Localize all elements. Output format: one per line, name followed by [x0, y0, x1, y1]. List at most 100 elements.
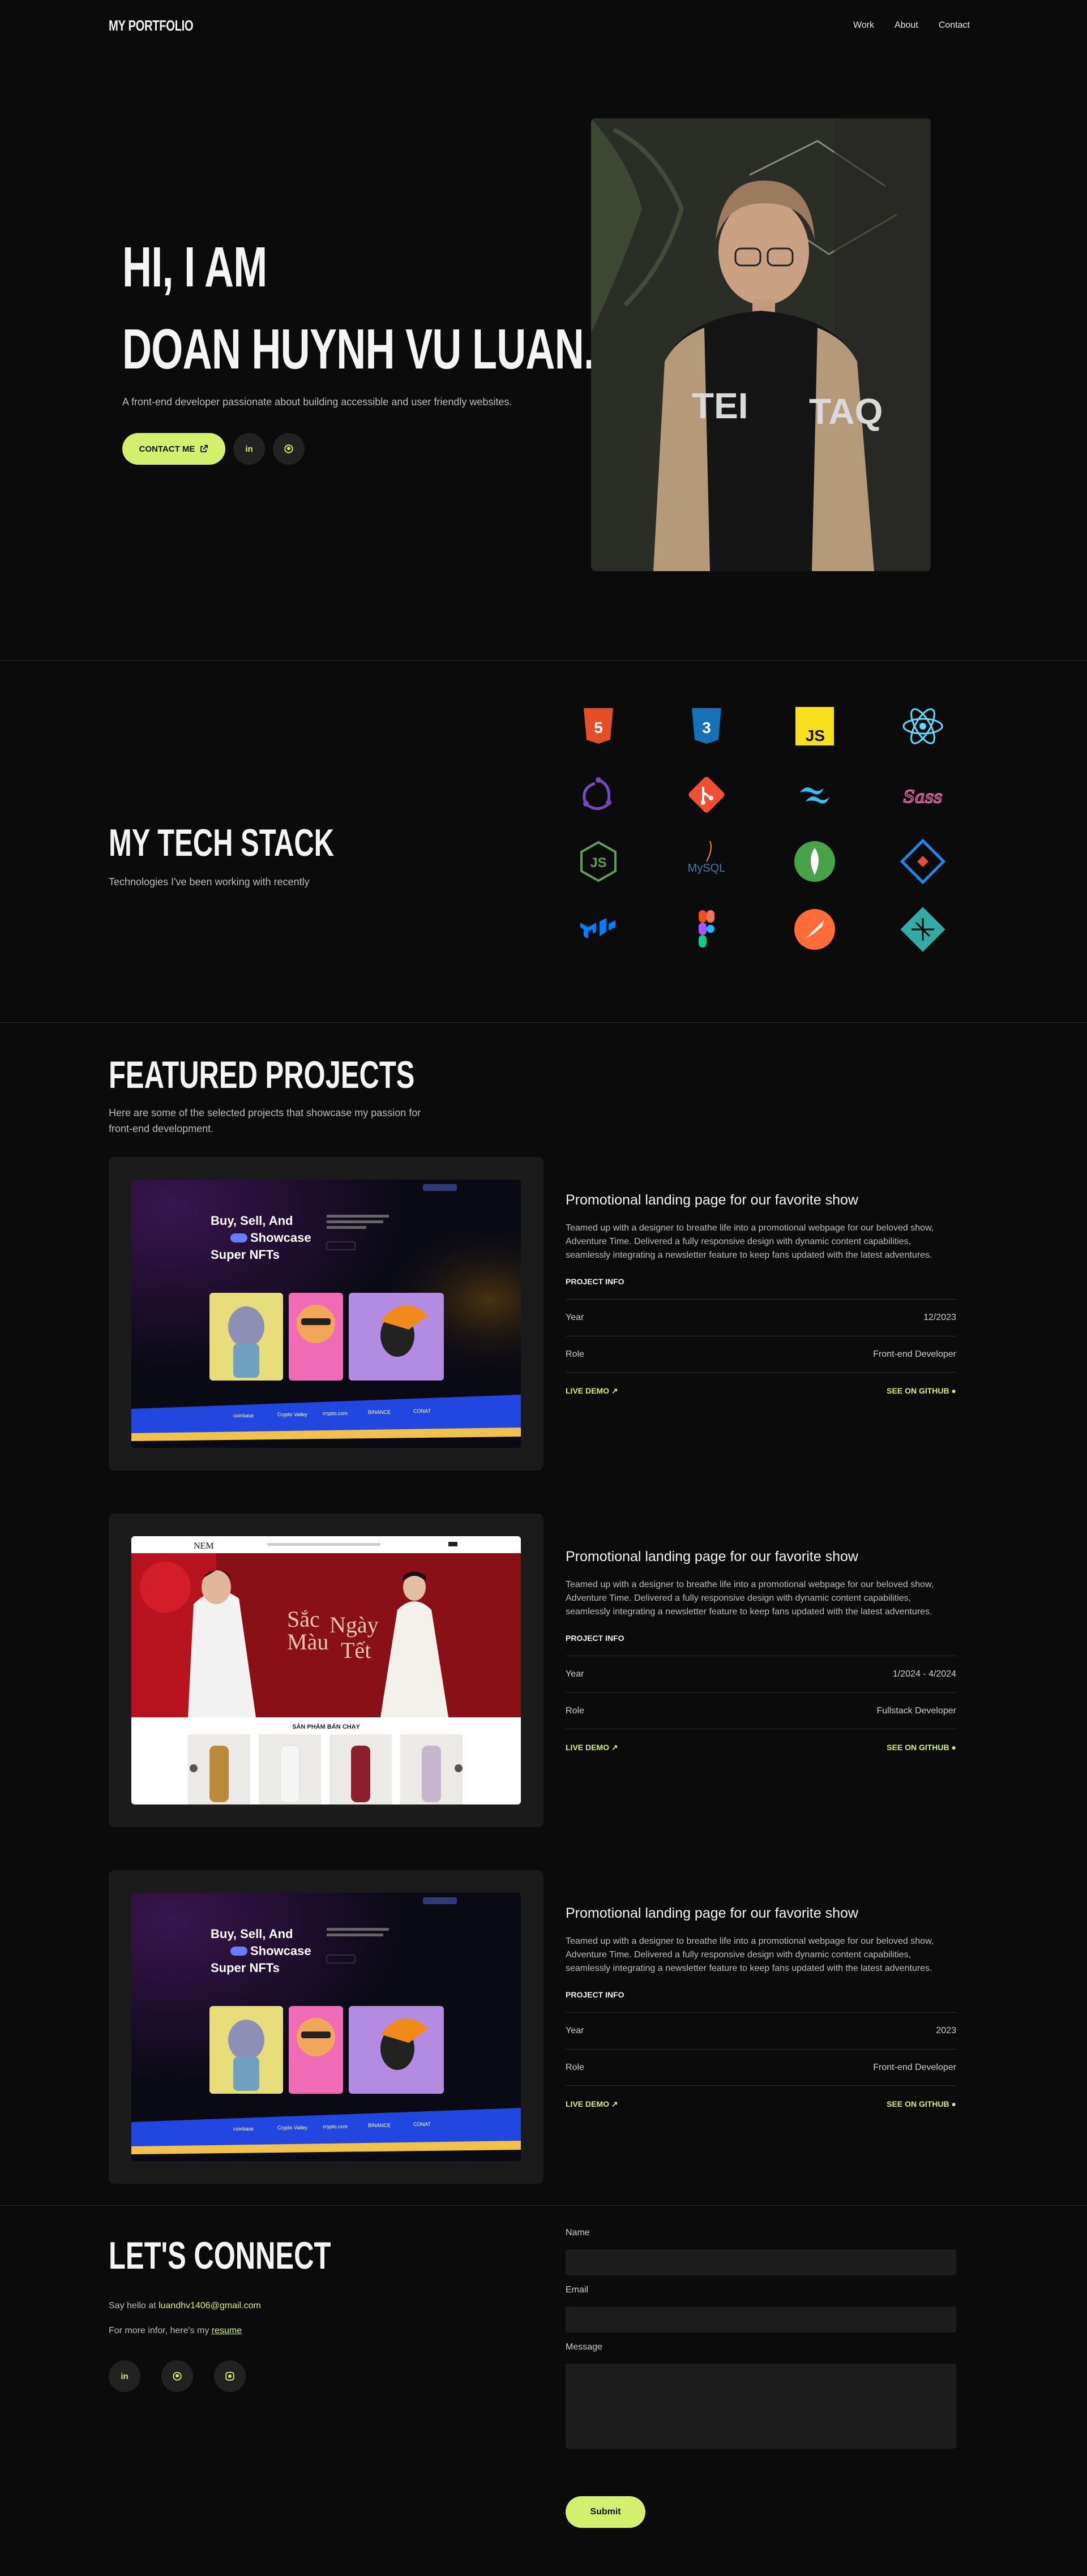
- project-card-2: NEM Sắc Màu Ngày Tết SẢN PHẨM BÁN CHẠY: [109, 1514, 544, 1827]
- svg-text:5: 5: [594, 719, 603, 736]
- live-demo-link[interactable]: LIVE DEMO ↗: [566, 1743, 618, 1752]
- year-label: Year: [566, 1669, 584, 1679]
- connect-title: LET'S CONNECT: [109, 2234, 331, 2277]
- see-github-label: SEE ON GITHUB: [887, 2099, 949, 2108]
- project-1-year-row: Year 12/2023: [566, 1299, 956, 1336]
- project-3-info-heading: PROJECT INFO: [566, 1990, 624, 1999]
- message-textarea[interactable]: [566, 2364, 956, 2449]
- live-demo-link[interactable]: LIVE DEMO ↗: [566, 2099, 618, 2109]
- role-value: Fullstack Developer: [876, 1705, 957, 1716]
- fashion-logo: NEM: [194, 1541, 214, 1551]
- submit-label: Submit: [590, 2507, 621, 2517]
- contact-me-button[interactable]: CONTACT ME: [122, 433, 225, 465]
- main-nav: Work About Contact: [853, 20, 970, 31]
- email-link[interactable]: luandhv1406@gmail.com: [159, 2301, 261, 2311]
- site-logo[interactable]: MY PORTFOLIO: [109, 17, 194, 35]
- nav-about[interactable]: About: [895, 20, 918, 31]
- svg-text:JS: JS: [590, 855, 606, 871]
- jacket-print: TAQ: [809, 391, 883, 432]
- hero-tagline: A front-end developer passionate about b…: [122, 396, 512, 408]
- resume-prefix: For more infor, here's my: [109, 2326, 212, 2335]
- connect-instagram-button[interactable]: [214, 2360, 246, 2392]
- projects-subtitle-1: Here are some of the selected projects t…: [109, 1107, 421, 1118]
- role-value: Front-end Developer: [873, 2062, 956, 2072]
- message-label: Message: [566, 2342, 602, 2352]
- live-demo-link[interactable]: LIVE DEMO ↗: [566, 1386, 618, 1396]
- netlify-icon: [900, 907, 945, 952]
- submit-button[interactable]: Submit: [566, 2496, 645, 2528]
- email-label: Email: [566, 2285, 589, 2295]
- see-github-label: SEE ON GITHUB: [887, 1743, 949, 1752]
- figma-icon: [684, 907, 729, 952]
- nav-contact[interactable]: Contact: [939, 20, 970, 31]
- github-link[interactable]: SEE ON GITHUB ●: [887, 2099, 956, 2109]
- banner-word-3: Ngày: [329, 1612, 379, 1638]
- css3-icon: 3: [684, 704, 729, 749]
- github-button[interactable]: [273, 433, 305, 465]
- brand-coinbase: coinbase: [233, 1413, 254, 1418]
- tech-stack-subtitle: Technologies I've been working with rece…: [109, 876, 310, 888]
- tailwind-icon: [792, 772, 837, 817]
- brand-coinbase: coinbase: [233, 2126, 254, 2132]
- name-input[interactable]: [566, 2249, 956, 2275]
- brand-crypto-com: crypto.com: [323, 2124, 348, 2129]
- section-divider: [0, 1022, 1087, 1023]
- email-input[interactable]: [566, 2307, 956, 2333]
- project-3-role-row: Role Front-end Developer: [566, 2049, 956, 2086]
- see-github-label: SEE ON GITHUB: [887, 1386, 949, 1395]
- project-3-links: LIVE DEMO ↗ SEE ON GITHUB ●: [566, 2099, 956, 2109]
- banner-word-1: Sắc: [287, 1606, 320, 1632]
- nft-heading-3: Super NFTs: [211, 1248, 280, 1262]
- banner-word-2: Màu: [287, 1629, 328, 1655]
- project-1-links: LIVE DEMO ↗ SEE ON GITHUB ●: [566, 1386, 956, 1396]
- year-label: Year: [566, 1313, 584, 1322]
- connect-linkedin-button[interactable]: in: [109, 2360, 140, 2392]
- brand-crypto-valley: Crypto Valley: [277, 2125, 307, 2131]
- external-link-icon: ↗: [611, 1386, 618, 1395]
- github-icon: [173, 2372, 182, 2381]
- say-hello-line: Say hello at luandhv1406@gmail.com: [109, 2298, 261, 2314]
- svg-text:Sass: Sass: [903, 787, 942, 807]
- project-2-title: Promotional landing page for our favorit…: [566, 1549, 858, 1565]
- project-screenshot-nft[interactable]: Buy, Sell, And Showcase Super NFTs coinb…: [131, 1180, 521, 1448]
- linkedin-button[interactable]: in: [233, 433, 265, 465]
- nft-heading-2: Showcase: [250, 1231, 311, 1245]
- project-3-title: Promotional landing page for our favorit…: [566, 1905, 858, 1921]
- site-header: MY PORTFOLIO Work About Contact: [0, 0, 1087, 51]
- year-value: 1/2024 - 4/2024: [892, 1669, 956, 1679]
- profile-photo: TEI TAQ: [591, 118, 931, 571]
- react-icon: [900, 704, 945, 749]
- connect-github-button[interactable]: [161, 2360, 193, 2392]
- brand-conat: CONAT: [413, 2121, 431, 2127]
- nft-heading-2: Showcase: [250, 1944, 311, 1958]
- resume-link[interactable]: resume: [212, 2326, 242, 2335]
- tech-stack-title: MY TECH STACK: [109, 821, 335, 864]
- contact-me-label: CONTACT ME: [139, 444, 195, 454]
- external-link-icon: [200, 445, 208, 452]
- codesandbox-icon: [900, 839, 945, 884]
- nav-work[interactable]: Work: [853, 20, 874, 31]
- linkedin-icon: in: [245, 444, 253, 454]
- github-link[interactable]: SEE ON GITHUB ●: [887, 1386, 956, 1396]
- role-label: Role: [566, 1705, 584, 1716]
- project-2-info-heading: PROJECT INFO: [566, 1634, 624, 1643]
- hero-greeting: HI, I AM: [122, 235, 267, 299]
- live-demo-label: LIVE DEMO: [566, 2099, 610, 2108]
- live-demo-label: LIVE DEMO: [566, 1743, 610, 1752]
- project-card-1: Buy, Sell, And Showcase Super NFTs coinb…: [109, 1157, 544, 1471]
- github-icon: ●: [951, 1743, 956, 1752]
- project-card-3: Buy, Sell, And Showcase Super NFTs coinb…: [109, 1870, 544, 2184]
- banner-word-4: Tết: [341, 1638, 371, 1663]
- svg-text:3: 3: [702, 719, 711, 736]
- section-divider: [0, 2205, 1087, 2206]
- linkedin-icon: in: [121, 2371, 129, 2381]
- github-link[interactable]: SEE ON GITHUB ●: [887, 1743, 956, 1752]
- mysql-icon: MySQL: [684, 839, 729, 884]
- mongodb-icon: [792, 839, 837, 884]
- external-link-icon: ↗: [611, 2099, 618, 2108]
- project-screenshot-fashion[interactable]: NEM Sắc Màu Ngày Tết SẢN PHẨM BÁN CHẠY: [131, 1536, 521, 1805]
- project-screenshot-nft-2[interactable]: Buy, Sell, And Showcase Super NFTs coinb…: [131, 1893, 521, 2161]
- live-demo-label: LIVE DEMO: [566, 1386, 610, 1395]
- project-2-role-row: Role Fullstack Developer: [566, 1692, 956, 1729]
- nft-heading-1: Buy, Sell, And: [211, 1927, 293, 1941]
